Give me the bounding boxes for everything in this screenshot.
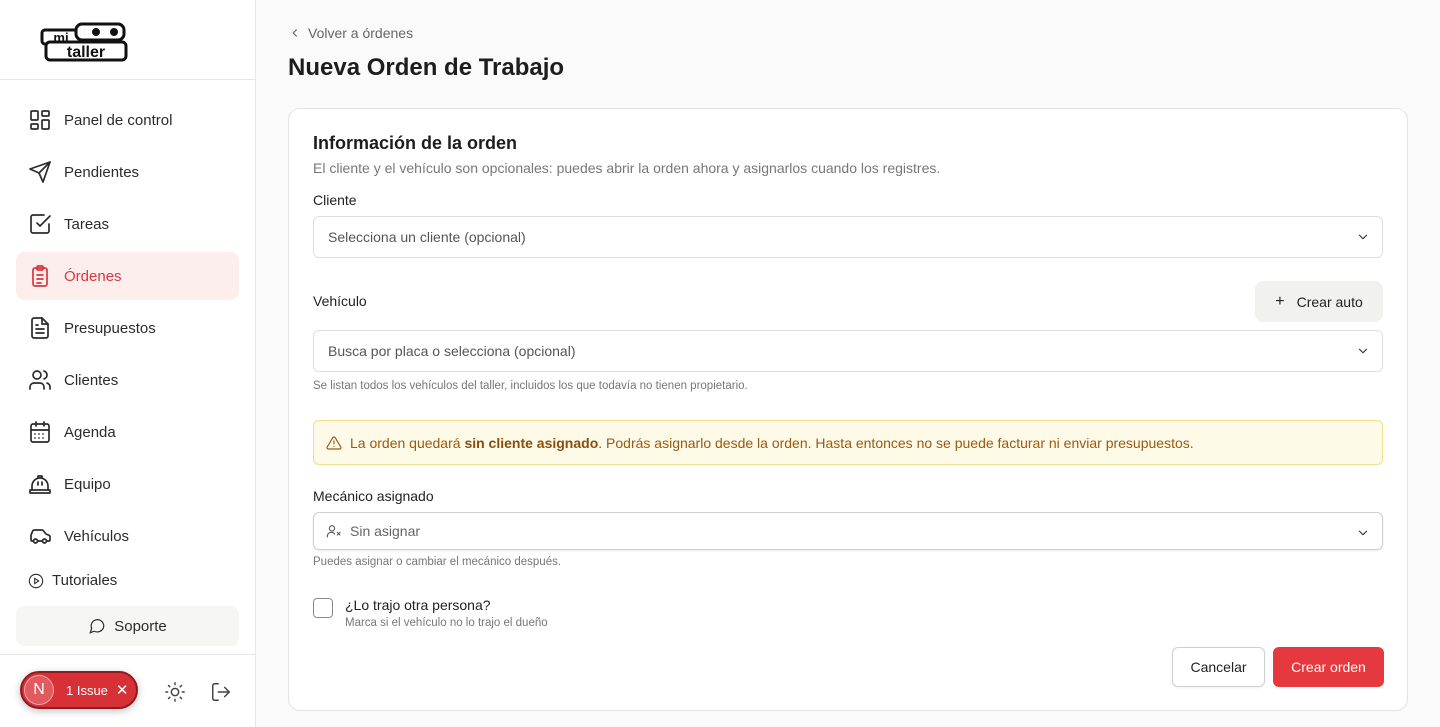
sidebar-item-label: Clientes (64, 371, 119, 389)
sidebar-item-label: Presupuestos (64, 319, 156, 337)
checkbox-icon (28, 212, 52, 236)
sidebar-item-vehiculos[interactable]: Vehículos (16, 512, 239, 560)
warning-suffix: . Podrás asignarlo desde la orden. Hasta… (598, 434, 1194, 451)
support-label: Soporte (114, 617, 167, 635)
sidebar-item-panel-de-control[interactable]: Panel de control (16, 96, 239, 144)
sidebar-nav: Panel de control Pendientes Tareas Órden… (16, 96, 239, 564)
warning-triangle-icon (326, 435, 342, 450)
create-auto-button[interactable]: + Crear auto (1255, 281, 1383, 322)
sidebar-item-equipo[interactable]: Equipo (16, 460, 239, 508)
create-auto-label: Crear auto (1296, 293, 1363, 310)
mechanic-hint: Puedes asignar o cambiar el mecánico des… (313, 556, 562, 568)
issue-avatar: N (24, 675, 54, 705)
car-icon (28, 524, 52, 548)
chevron-down-icon (1356, 230, 1370, 244)
sidebar-item-label: Pendientes (64, 163, 140, 181)
form-title: Información de la orden (313, 133, 518, 153)
warning-text: La orden quedará sin cliente asignado. P… (350, 435, 1194, 451)
chevron-down-icon (1356, 344, 1370, 358)
logo-area: mi taller (0, 0, 255, 80)
plus-icon: + (1275, 292, 1285, 310)
back-link[interactable]: Volver a órdenes (288, 25, 413, 41)
chat-bubble-icon (89, 619, 105, 634)
other-person-checkbox[interactable] (313, 598, 333, 618)
other-person-hint: Marca si el vehículo no lo trajo el dueñ… (345, 617, 548, 629)
sun-icon (165, 682, 185, 702)
client-select[interactable]: Selecciona un cliente (opcional) (313, 216, 1383, 258)
hardhat-icon (28, 472, 52, 496)
cancel-button[interactable]: Cancelar (1172, 647, 1265, 687)
warning-bold: sin cliente asignado (464, 434, 599, 451)
clipboard-icon (28, 264, 52, 288)
calendar-icon (28, 420, 52, 444)
document-icon (28, 316, 52, 340)
vehicle-hint: Se listan todos los vehículos del taller… (313, 380, 748, 392)
logout-button[interactable] (210, 681, 232, 703)
logout-icon (212, 683, 230, 701)
sidebar-footer: N 1 Issue ✕ (0, 654, 256, 727)
svg-text:mi: mi (53, 30, 68, 45)
sidebar: mi taller Panel de control Pendientes Ta… (0, 0, 256, 727)
vehicle-label: Vehículo (313, 293, 367, 309)
sidebar-item-label: Equipo (64, 475, 111, 493)
tutorials-label: Tutoriales (52, 572, 118, 589)
client-label: Cliente (313, 192, 357, 208)
sidebar-item-presupuestos[interactable]: Presupuestos (16, 304, 239, 352)
mechanic-select[interactable]: Sin asignar (313, 512, 1383, 550)
mechanic-value: Sin asignar (350, 523, 421, 539)
send-icon (28, 160, 52, 184)
sidebar-item-agenda[interactable]: Agenda (16, 408, 239, 456)
sidebar-item-clientes[interactable]: Clientes (16, 356, 239, 404)
sidebar-item-pendientes[interactable]: Pendientes (16, 148, 239, 196)
sidebar-item-label: Vehículos (64, 527, 130, 545)
dashboard-icon (28, 108, 52, 132)
other-person-label[interactable]: ¿Lo trajo otra persona? (345, 597, 491, 613)
support-button[interactable]: Soporte (16, 606, 239, 646)
users-icon (28, 368, 52, 392)
sidebar-item-label: Agenda (64, 423, 116, 441)
mi-taller-logo[interactable]: mi taller (36, 16, 132, 64)
sidebar-item-label: Tareas (64, 215, 110, 233)
client-placeholder: Selecciona un cliente (opcional) (328, 229, 526, 245)
vehicle-placeholder: Busca por placa o selecciona (opcional) (328, 343, 576, 359)
issue-badge[interactable]: N 1 Issue ✕ (20, 671, 138, 709)
mechanic-label: Mecánico asignado (313, 488, 434, 504)
sidebar-item-ordenes[interactable]: Órdenes (16, 252, 239, 300)
chevron-down-icon (1356, 526, 1370, 540)
no-client-warning: La orden quedará sin cliente asignado. P… (313, 420, 1383, 465)
sidebar-item-label: Órdenes (64, 267, 122, 285)
sidebar-item-tutoriales[interactable]: Tutoriales (28, 572, 117, 589)
theme-toggle-button[interactable] (164, 681, 186, 703)
sidebar-item-tareas[interactable]: Tareas (16, 200, 239, 248)
order-form-card: Información de la orden El cliente y el … (288, 108, 1408, 711)
chevron-left-icon (292, 29, 298, 37)
sidebar-item-label: Panel de control (64, 111, 173, 129)
page-title: Nueva Orden de Trabajo (288, 54, 565, 81)
close-icon[interactable]: ✕ (116, 681, 129, 699)
play-circle-icon (28, 573, 44, 588)
svg-text:taller: taller (67, 44, 105, 61)
issue-label: 1 Issue (66, 682, 108, 698)
form-subtitle: El cliente y el vehículo son opcionales:… (313, 160, 941, 176)
vehicle-select[interactable]: Busca por placa o selecciona (opcional) (313, 330, 1383, 372)
create-order-button[interactable]: Crear orden (1273, 647, 1384, 687)
warning-prefix: La orden quedará (350, 434, 465, 451)
back-label: Volver a órdenes (308, 25, 414, 41)
user-x-icon (326, 523, 342, 539)
